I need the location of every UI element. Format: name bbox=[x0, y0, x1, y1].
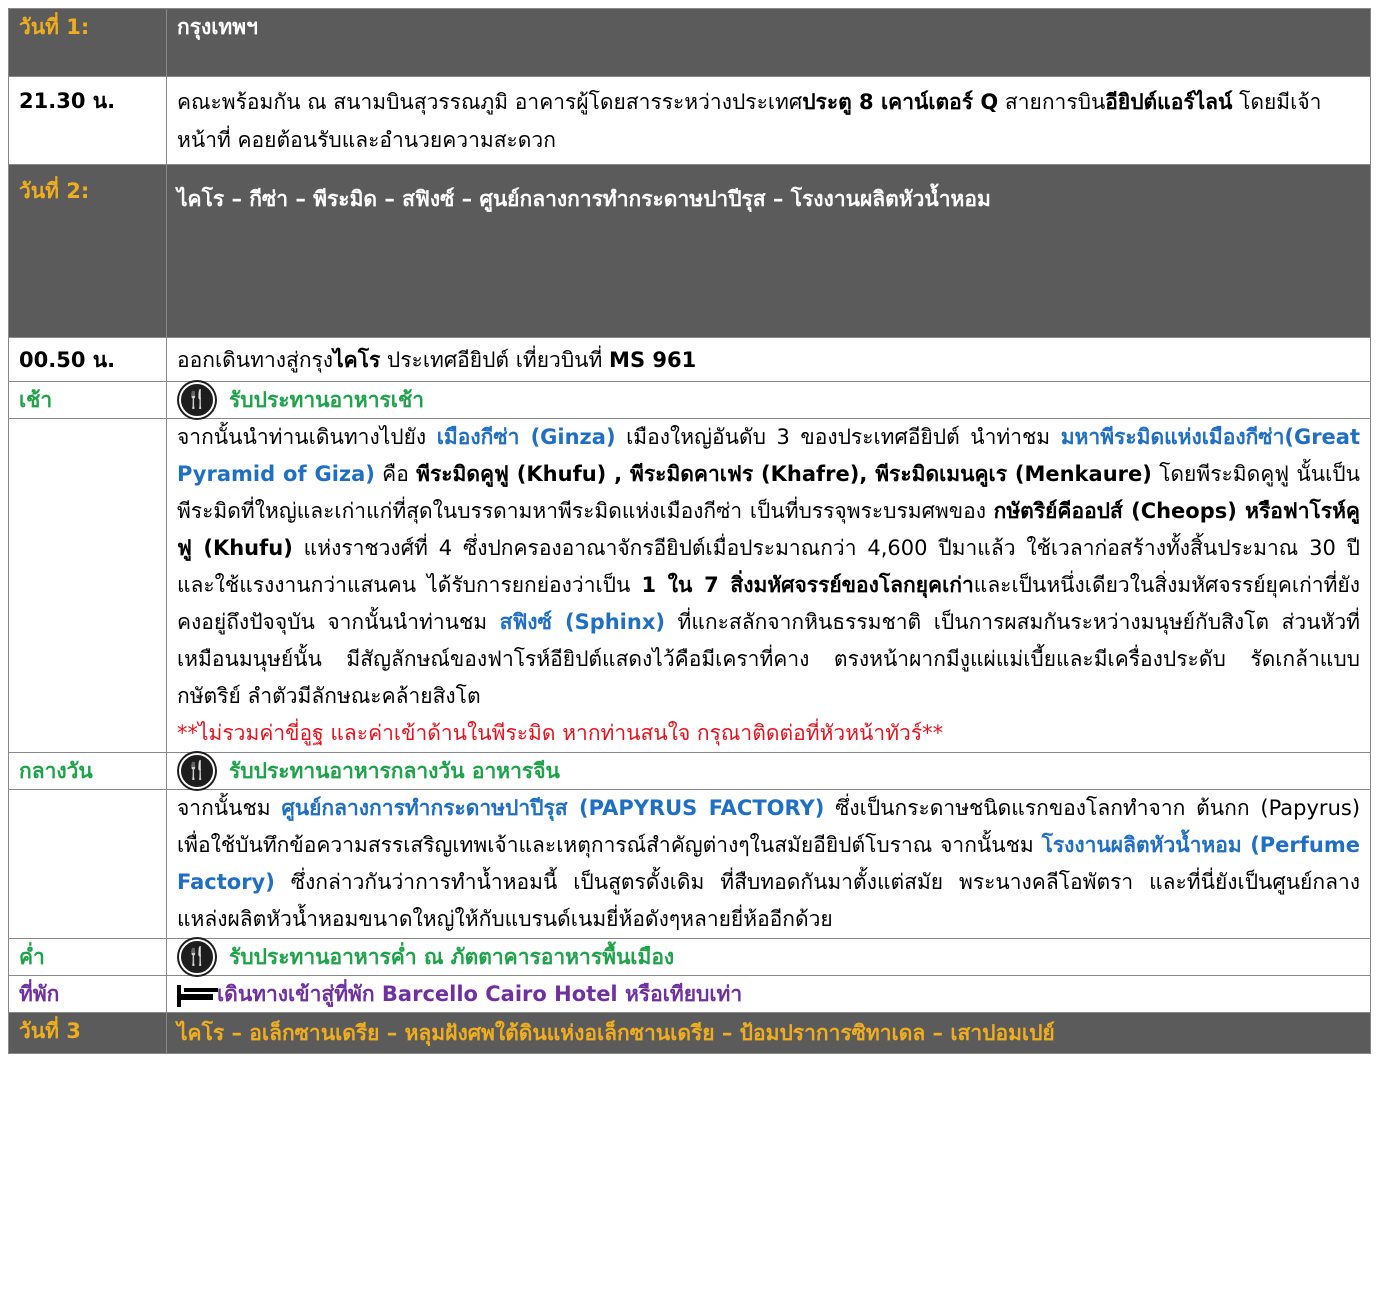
text: เมืองใหญ่อันดับ 3 ของประเทศอียิปต์ นำท่า… bbox=[615, 425, 1061, 449]
flight-number: MS 961 bbox=[609, 348, 697, 372]
dinner-text: รับประทานอาหารค่ำ ณ ภัตตาคารอาหารพื้นเมื… bbox=[229, 945, 675, 969]
day1-time: 21.30 น. bbox=[8, 76, 167, 165]
wonder-text: 1 ใน 7 สิ่งมหัศจรรย์ของโลกยุคเก่า bbox=[641, 573, 974, 597]
day2-flight-text: ออกเดินทางสู่กรุงไคโร ประเทศอียิปต์ เที่… bbox=[166, 337, 1371, 382]
day3-label: วันที่ 3 bbox=[8, 1012, 167, 1054]
text: ซึ่งกล่าวกันว่าการทำน้ำหอมนี้ เป็นสูตรดั… bbox=[177, 870, 1360, 931]
breakfast-row: เช้า 🍴 รับประทานอาหารเช้า bbox=[8, 381, 1371, 419]
giza-link-text: เมืองกีซ่า (Ginza) bbox=[436, 425, 616, 449]
hotel-text: เดินทางเข้าสู่ที่พัก Barcello Cairo Hote… bbox=[217, 982, 743, 1006]
itinerary-table: วันที่ 1: กรุงเทพฯ 21.30 น. คณะพร้อมกัน … bbox=[8, 8, 1371, 1054]
lunch-row: กลางวัน 🍴 รับประทานอาหารกลางวัน อาหารจีน bbox=[8, 752, 1371, 790]
day2-flight-row: 00.50 น. ออกเดินทางสู่กรุงไคโร ประเทศอีย… bbox=[8, 337, 1371, 382]
text: จากนั้นชม bbox=[177, 796, 282, 820]
dinner-cell: 🍴 รับประทานอาหารค่ำ ณ ภัตตาคารอาหารพื้นเม… bbox=[166, 938, 1371, 976]
fork-knife-plate-icon: 🍴 bbox=[179, 382, 215, 418]
lunch-label: กลางวัน bbox=[8, 752, 167, 790]
text: สายการบิน bbox=[998, 90, 1106, 114]
empty-cell bbox=[8, 789, 167, 939]
hotel-row: ที่พัก เดินทางเข้าสู่ที่พัก Barcello Cai… bbox=[8, 975, 1371, 1013]
day1-flight-row: 21.30 น. คณะพร้อมกัน ณ สนามบินสุวรรณภูมิ… bbox=[8, 76, 1371, 165]
day3-title: ไคโร – อเล็กซานเดรีย – หลุมฝังศพใต้ดินแห… bbox=[166, 1012, 1371, 1054]
gate-text: ประตู 8 เคาน์เตอร์ Q bbox=[802, 90, 999, 114]
empty-cell bbox=[8, 418, 167, 753]
day2-title: ไคโร – กีซ่า – พีระมิด – สฟิงซ์ – ศูนย์ก… bbox=[166, 164, 1371, 338]
sphinx-text: สฟิงซ์ (Sphinx) bbox=[499, 610, 665, 634]
fork-knife-plate-icon: 🍴 bbox=[179, 753, 215, 789]
hotel-cell: เดินทางเข้าสู่ที่พัก Barcello Cairo Hote… bbox=[166, 975, 1371, 1013]
text: คือ bbox=[374, 462, 417, 486]
day2-label: วันที่ 2: bbox=[8, 164, 167, 338]
day1-title: กรุงเทพฯ bbox=[166, 8, 1371, 77]
bed-icon bbox=[177, 981, 213, 1007]
airline-text: อียิปต์แอร์ไลน์ bbox=[1105, 90, 1233, 114]
day2-time: 00.50 น. bbox=[8, 337, 167, 382]
dinner-label: ค่ำ bbox=[8, 938, 167, 976]
text: ออกเดินทางสู่กรุง bbox=[177, 348, 334, 372]
breakfast-cell: 🍴 รับประทานอาหารเช้า bbox=[166, 381, 1371, 419]
day3-header-row: วันที่ 3 ไคโร – อเล็กซานเดรีย – หลุมฝังศ… bbox=[8, 1012, 1371, 1054]
breakfast-text: รับประทานอาหารเช้า bbox=[229, 388, 425, 412]
day2-paragraph1-row: จากนั้นนำท่านเดินทางไปยัง เมืองกีซ่า (Gi… bbox=[8, 418, 1371, 753]
city-text: ไคโร bbox=[333, 348, 381, 372]
day1-header-row: วันที่ 1: กรุงเทพฯ bbox=[8, 8, 1371, 77]
day1-flight-text: คณะพร้อมกัน ณ สนามบินสุวรรณภูมิ อาคารผู้… bbox=[166, 76, 1371, 165]
day2-header-row: วันที่ 2: ไคโร – กีซ่า – พีระมิด – สฟิงซ… bbox=[8, 164, 1371, 338]
pyramids-text: พีระมิดคูฟู (Khufu) , พีระมิดคาเฟร (Khaf… bbox=[416, 462, 1152, 486]
text: ประเทศอียิปต์ เที่ยวบินที่ bbox=[380, 348, 610, 372]
lunch-text: รับประทานอาหารกลางวัน อาหารจีน bbox=[229, 759, 560, 783]
day2-paragraph2-row: จากนั้นชม ศูนย์กลางการทำกระดาษปาปีรุส (P… bbox=[8, 789, 1371, 939]
breakfast-label: เช้า bbox=[8, 381, 167, 419]
text: จากนั้นนำท่านเดินทางไปยัง bbox=[177, 425, 437, 449]
lunch-cell: 🍴 รับประทานอาหารกลางวัน อาหารจีน bbox=[166, 752, 1371, 790]
dinner-row: ค่ำ 🍴 รับประทานอาหารค่ำ ณ ภัตตาคารอาหารพื… bbox=[8, 938, 1371, 976]
text: คณะพร้อมกัน ณ สนามบินสุวรรณภูมิ อาคารผู้… bbox=[177, 90, 803, 114]
fork-knife-plate-icon: 🍴 bbox=[179, 939, 215, 975]
day2-paragraph1: จากนั้นนำท่านเดินทางไปยัง เมืองกีซ่า (Gi… bbox=[166, 418, 1371, 753]
day2-paragraph2: จากนั้นชม ศูนย์กลางการทำกระดาษปาปีรุส (P… bbox=[166, 789, 1371, 939]
hotel-label: ที่พัก bbox=[8, 975, 167, 1013]
day1-label: วันที่ 1: bbox=[8, 8, 167, 77]
note-text: **ไม่รวมค่าขี่อูฐ และค่าเข้าด้านในพีระมิ… bbox=[177, 721, 944, 745]
papyrus-text: ศูนย์กลางการทำกระดาษปาปีรุส (PAPYRUS FAC… bbox=[281, 796, 825, 820]
